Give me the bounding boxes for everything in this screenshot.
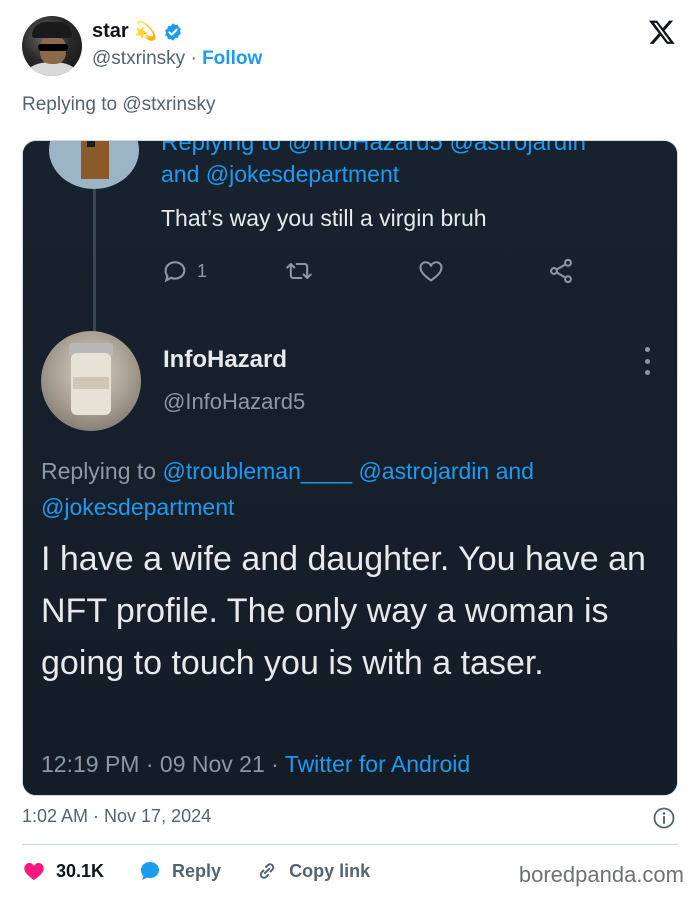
cut-off-replying-line: Replying to @InfoHazard5 @astrojardin (161, 140, 586, 156)
separator-dot: · (190, 48, 197, 69)
reply-button[interactable]: Reply (138, 859, 221, 883)
copy-link-button[interactable]: Copy link (255, 859, 370, 883)
embedded-author-name: InfoHazard (163, 346, 288, 373)
tweet-card: star 💫 @stxrinsky · Follow Replying to @… (0, 0, 700, 898)
user-handle[interactable]: @stxrinsky (92, 48, 185, 69)
heart-outline-icon (419, 261, 443, 282)
x-logo-icon[interactable] (648, 18, 676, 46)
follow-button[interactable]: Follow (202, 48, 262, 69)
reply-label: Reply (172, 860, 222, 881)
embedded-author-handle: @InfoHazard5 (163, 389, 306, 414)
display-name[interactable]: star (92, 20, 129, 43)
embedded-replying-to: Replying to @troubleman____ @astrojardin… (41, 453, 661, 525)
embedded-date: 09 Nov 21 (159, 751, 265, 777)
replying-prefix: Replying to (41, 458, 157, 484)
like-count: 30.1K (56, 860, 105, 881)
infohazard-avatar (41, 331, 141, 431)
retweet-icon (286, 262, 312, 280)
share-action (547, 257, 575, 285)
embedded-tweet-text: I have a wife and daughter. You have an … (41, 540, 646, 682)
embedded-meta: 12:19 PM · 09 Nov 21 · Twitter for Andro… (41, 751, 471, 777)
name-row: star 💫 (92, 20, 183, 43)
retweet-action (285, 257, 313, 285)
like-button[interactable]: 30.1K (22, 859, 104, 883)
chat-bubble-icon (141, 862, 160, 880)
embedded-screenshot: Replying to @InfoHazard5 @astrojardin an… (22, 140, 678, 796)
mention-jokesdepartment: @jokesdepartment (41, 494, 235, 520)
mention-troubleman: @troubleman____ (162, 458, 353, 484)
reply-count: 1 (197, 260, 208, 281)
share-icon (550, 258, 572, 284)
copy-link-label: Copy link (289, 860, 371, 881)
link-icon (259, 863, 275, 879)
footer-divider (22, 844, 678, 845)
previous-reply-actions: 1 (161, 257, 591, 291)
handle-row: @stxrinsky · Follow (92, 48, 262, 70)
post-timestamp[interactable]: 1:02 AM · Nov 17, 2024 (22, 806, 211, 827)
comment-icon (164, 261, 186, 283)
kebab-menu-icon (643, 347, 651, 375)
and-word: and (495, 458, 534, 484)
comment-action: 1 (161, 257, 207, 285)
heart-icon (24, 863, 44, 880)
replying-to-label: Replying to @stxrinsky (22, 94, 216, 115)
like-action (417, 257, 445, 285)
previous-reply-text: That’s way you still a virgin bruh (161, 205, 487, 231)
embedded-source: Twitter for Android (284, 751, 471, 777)
action-bar: 30.1K Reply Copy link (22, 856, 404, 886)
previous-reply-mentions: and @jokesdepartment (161, 161, 400, 187)
verified-badge-icon (165, 22, 181, 41)
dizzy-star-icon: 💫 (134, 20, 158, 42)
user-avatar[interactable] (22, 16, 82, 76)
boredpanda-watermark: boredpanda.com (518, 862, 684, 887)
info-icon[interactable] (652, 806, 676, 830)
mention-astrojardin: @astrojardin (358, 458, 490, 484)
embedded-time: 12:19 PM (41, 751, 140, 777)
